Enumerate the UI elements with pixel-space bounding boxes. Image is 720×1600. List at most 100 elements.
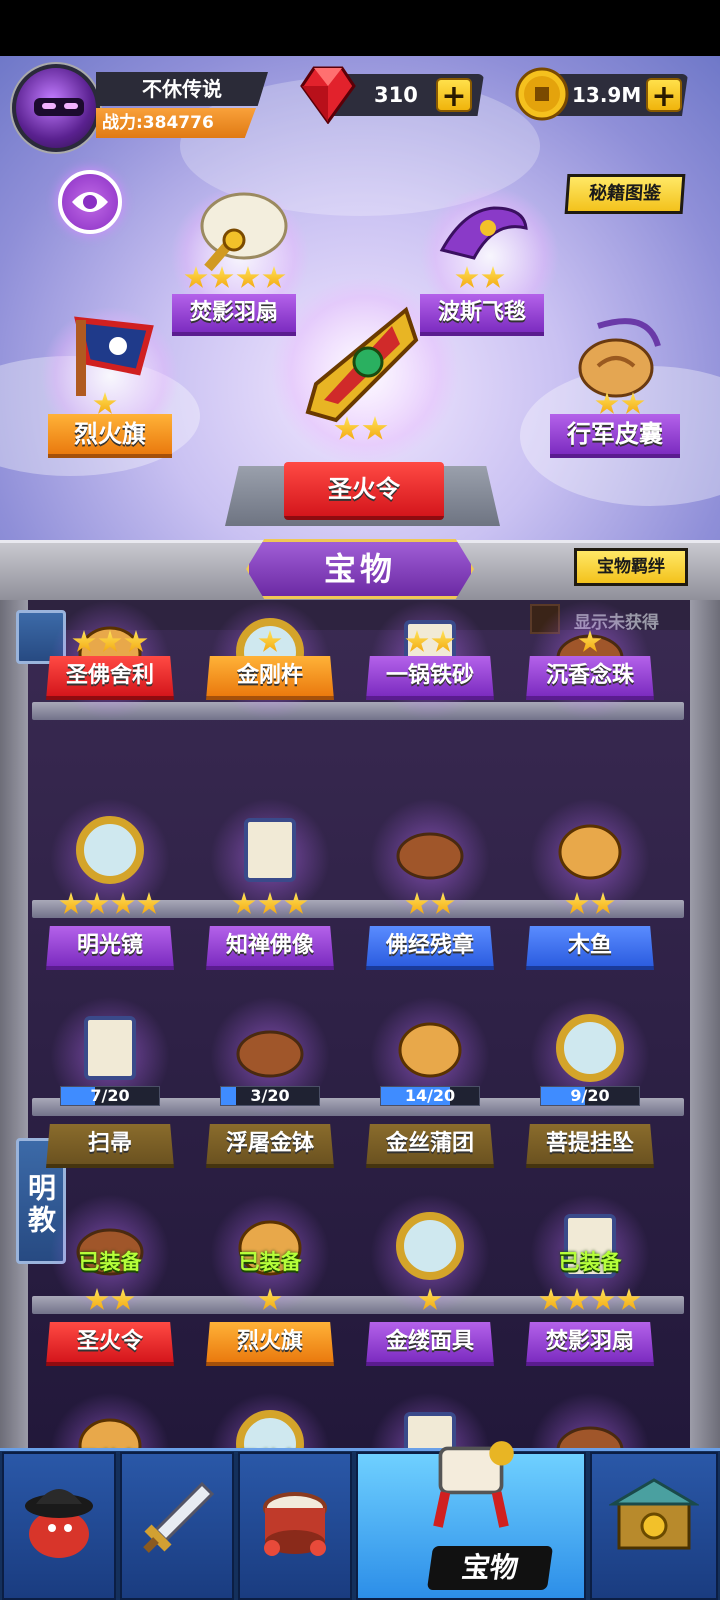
item-progress: 9/20 [540, 1086, 640, 1106]
tab-heroes[interactable] [2, 1452, 116, 1600]
treasure-item[interactable]: 金刚杵 [200, 590, 340, 780]
item-stars [520, 630, 660, 660]
featured-top-right-name[interactable]: 波斯飞毯 [420, 294, 544, 336]
item-name: 焚影羽扇 [526, 1322, 654, 1366]
featured-center-stars [326, 416, 396, 446]
item-stars [40, 892, 180, 922]
star-icon [617, 1288, 641, 1310]
treasure-item[interactable]: 沉香念珠 [520, 590, 660, 780]
featured-left-name[interactable]: 烈火旗 [48, 414, 172, 458]
treasure-art-icon [76, 816, 144, 884]
item-name: 明光镜 [46, 926, 174, 970]
star-icon [111, 892, 135, 914]
item-name: 金缕面具 [366, 1322, 494, 1366]
star-icon [258, 892, 282, 914]
treasure-item[interactable]: 7/20 扫帚 [40, 986, 180, 1176]
treasure-item[interactable]: 金缕面具 [360, 1184, 500, 1374]
star-icon [85, 892, 109, 914]
item-name: 圣火令 [46, 1322, 174, 1366]
treasure-art-icon [244, 818, 296, 882]
star-icon [565, 892, 589, 914]
treasure-item[interactable]: 9/20 菩提挂坠 [520, 986, 660, 1176]
star-icon [591, 1288, 615, 1310]
item-stars [200, 630, 340, 660]
star-icon [111, 1288, 135, 1310]
sword-icon [143, 1481, 215, 1553]
treasure-item[interactable]: 已装备 烈火旗 [200, 1184, 340, 1374]
gold-coin-icon [515, 67, 569, 121]
item-name: 佛经残章 [366, 926, 494, 970]
treasure-item[interactable]: 14/20 金丝蒲团 [360, 986, 500, 1176]
featured-top-left-stars [180, 266, 290, 296]
tab-battle[interactable] [238, 1452, 352, 1600]
equipped-badge: 已装备 [78, 1250, 142, 1274]
star-icon [137, 892, 161, 914]
item-name: 扫帚 [46, 1124, 174, 1168]
item-name: 一锅铁砂 [366, 656, 494, 700]
item-name: 浮屠金钵 [206, 1124, 334, 1168]
treasure-art-icon [556, 1014, 624, 1082]
treasure-item[interactable]: 知禅佛像 [200, 788, 340, 978]
star-icon [258, 1288, 282, 1310]
item-name: 金丝蒲团 [366, 1124, 494, 1168]
item-name: 圣佛舍利 [46, 656, 174, 700]
item-name: 金刚杵 [206, 656, 334, 700]
treasure-item[interactable]: 已装备 圣火令 [40, 1184, 180, 1374]
star-icon [539, 1288, 563, 1310]
item-progress-text: 14/20 [404, 1086, 456, 1105]
treasure-item[interactable]: 已装备 焚影羽扇 [520, 1184, 660, 1374]
star-icon [124, 630, 148, 652]
treasure-item[interactable]: 明光镜 [40, 788, 180, 978]
drum-icon [263, 1492, 327, 1556]
star-icon [85, 1288, 109, 1310]
item-stars [40, 1288, 180, 1318]
treasure-item[interactable]: 一锅铁砂 [360, 590, 500, 780]
sacred-flame-token-icon [305, 306, 419, 423]
item-progress-text: 3/20 [250, 1086, 290, 1105]
star-icon [98, 630, 122, 652]
add-gold-button[interactable]: + [646, 78, 682, 114]
item-stars [40, 630, 180, 660]
add-gems-button[interactable]: + [436, 78, 472, 114]
feather-fan-icon [200, 192, 288, 272]
item-name: 沉香念珠 [526, 656, 654, 700]
featured-top-left-name[interactable]: 焚影羽扇 [172, 294, 296, 336]
item-name: 菩提挂坠 [526, 1124, 654, 1168]
view-toggle-button[interactable] [58, 170, 122, 234]
star-icon [284, 892, 308, 914]
gold-amount: 13.9M [572, 83, 642, 107]
item-progress: 3/20 [220, 1086, 320, 1106]
treasure-item[interactable]: 佛经残章 [360, 788, 500, 978]
featured-top-right-stars [450, 266, 510, 296]
item-stars [360, 630, 500, 660]
tab-guild[interactable] [590, 1452, 718, 1600]
player-power: 战力:384776 [96, 108, 256, 138]
featured-center-name[interactable]: 圣火令 [284, 462, 444, 520]
gem-icon [300, 66, 356, 124]
shelf-frame-right [690, 600, 720, 1450]
treasure-icon [433, 1441, 514, 1528]
featured-right-name[interactable]: 行军皮囊 [550, 414, 680, 458]
codex-button[interactable]: 秘籍图鉴 [564, 174, 686, 214]
tab-treasure-label: 宝物 [426, 1546, 554, 1590]
gate-icon [609, 1478, 699, 1550]
eye-icon [72, 192, 108, 212]
item-name: 木鱼 [526, 926, 654, 970]
player-avatar[interactable] [12, 64, 100, 152]
treasure-art-icon [84, 1016, 136, 1080]
star-icon [418, 1288, 442, 1310]
item-stars [520, 892, 660, 922]
player-name: 不休传说 [96, 72, 268, 106]
treasure-bond-button[interactable]: 宝物羁绊 [574, 548, 688, 586]
equipped-badge: 已装备 [558, 1250, 622, 1274]
treasure-art-icon [236, 1030, 304, 1078]
item-stars [200, 892, 340, 922]
star-icon [431, 892, 455, 914]
item-progress: 14/20 [380, 1086, 480, 1106]
tab-equipment[interactable] [120, 1452, 234, 1600]
treasure-item[interactable]: 木鱼 [520, 788, 660, 978]
treasure-item[interactable]: 圣佛舍利 [40, 590, 180, 780]
item-name: 知禅佛像 [206, 926, 334, 970]
treasure-item[interactable]: 3/20 浮屠金钵 [200, 986, 340, 1176]
star-icon [591, 892, 615, 914]
